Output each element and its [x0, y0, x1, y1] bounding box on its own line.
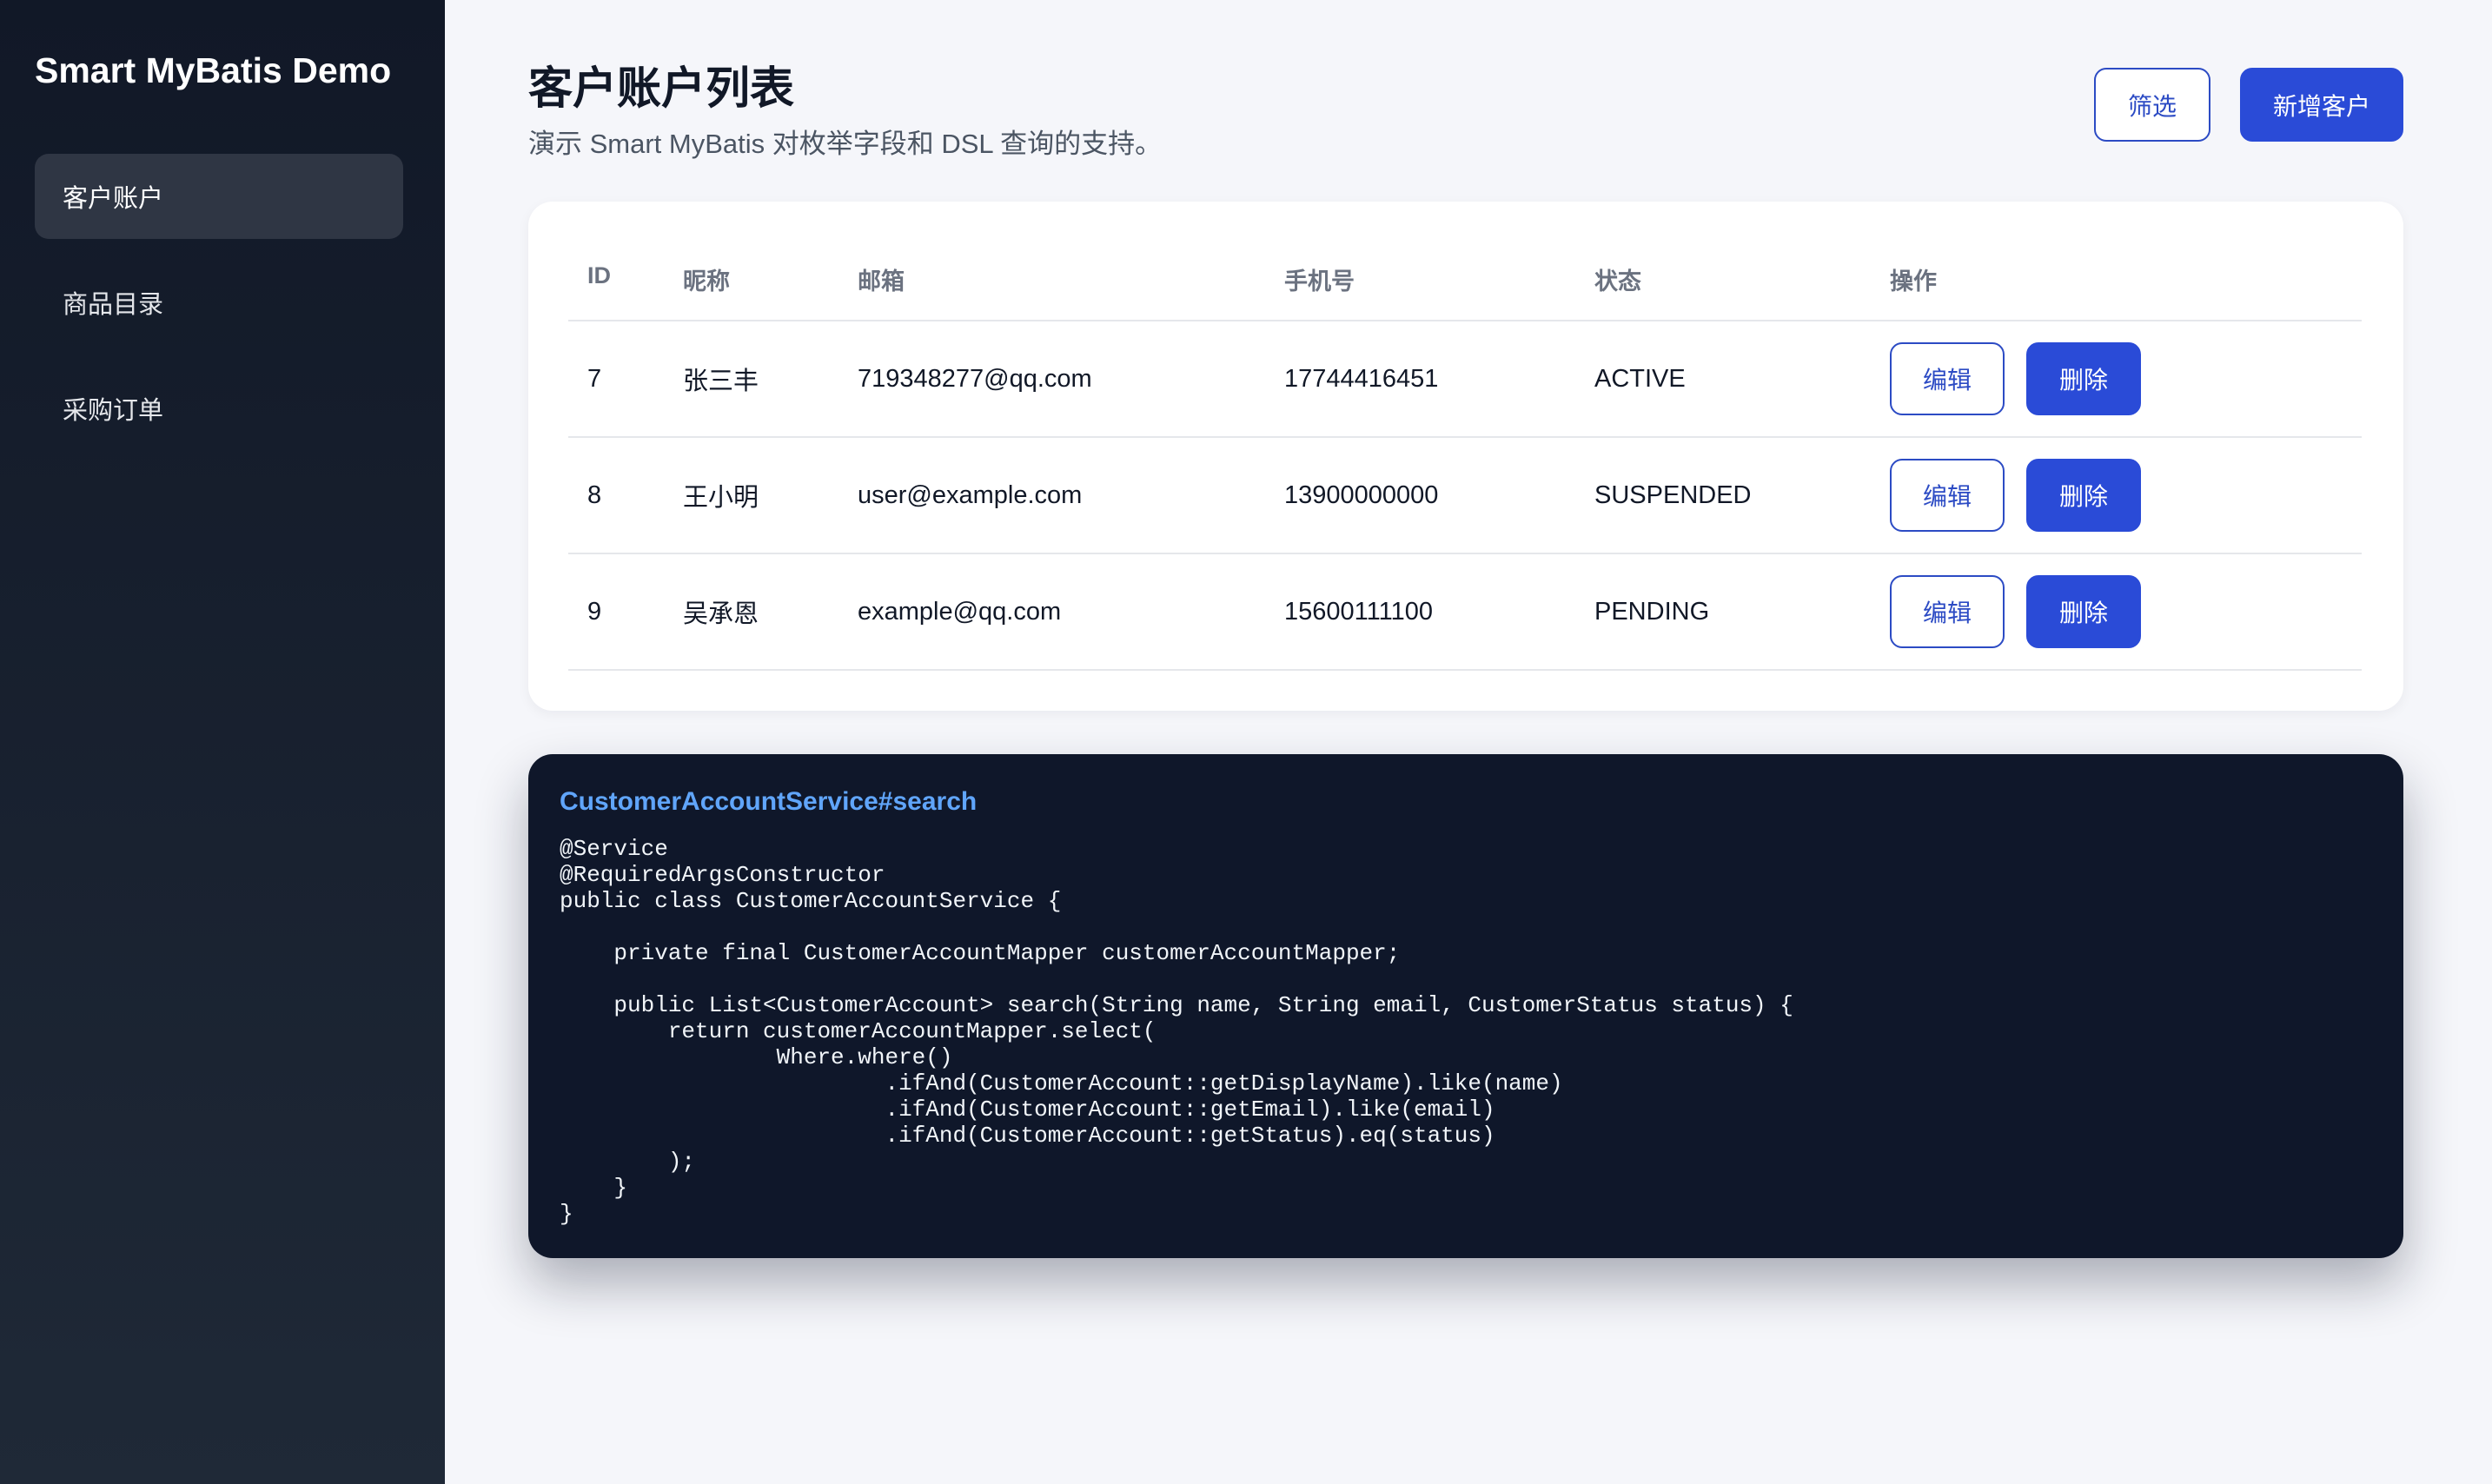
- edit-button[interactable]: 编辑: [1890, 459, 2005, 532]
- cell-status: PENDING: [1594, 597, 1710, 626]
- cell-phone: 17744416451: [1284, 364, 1439, 393]
- cell-nickname: 张三丰: [683, 368, 759, 395]
- cell-status: SUSPENDED: [1594, 480, 1752, 509]
- cell-email: 719348277@qq.com: [858, 364, 1092, 393]
- table-divider: [568, 669, 2362, 671]
- cell-phone: 15600111100: [1284, 597, 1433, 626]
- cell-nickname: 王小明: [683, 484, 759, 512]
- add-customer-button[interactable]: 新增客户: [2240, 68, 2403, 142]
- sidebar-item-label: 采购订单: [63, 397, 164, 425]
- cell-status: ACTIVE: [1594, 364, 1686, 393]
- delete-button[interactable]: 删除: [2026, 459, 2141, 532]
- sidebar-item-customer-accounts[interactable]: 客户账户: [35, 154, 403, 239]
- cell-id: 8: [587, 480, 602, 509]
- sidebar: Smart MyBatis Demo 客户账户 商品目录 采购订单: [0, 0, 445, 1484]
- edit-button[interactable]: 编辑: [1890, 342, 2005, 415]
- column-header-email: 邮箱: [858, 268, 905, 295]
- sidebar-item-product-catalog[interactable]: 商品目录: [35, 260, 403, 345]
- delete-button[interactable]: 删除: [2026, 575, 2141, 648]
- sidebar-item-purchase-orders[interactable]: 采购订单: [35, 366, 403, 451]
- cell-email: user@example.com: [858, 480, 1083, 509]
- code-snippet-title: CustomerAccountService#search: [560, 787, 978, 816]
- table-divider: [568, 436, 2362, 438]
- page-subtitle: 演示 Smart MyBatis 对枚举字段和 DSL 查询的支持。: [528, 129, 1163, 159]
- cell-phone: 13900000000: [1284, 480, 1439, 509]
- sidebar-nav: 客户账户 商品目录 采购订单: [35, 154, 403, 472]
- cell-nickname: 吴承恩: [683, 600, 759, 628]
- column-header-nickname: 昵称: [683, 268, 730, 295]
- sidebar-item-label: 商品目录: [63, 291, 164, 319]
- column-header-actions: 操作: [1890, 268, 1937, 295]
- filter-button[interactable]: 筛选: [2094, 68, 2210, 142]
- page-title: 客户账户列表: [528, 63, 795, 113]
- cell-id: 7: [587, 364, 602, 393]
- delete-button[interactable]: 删除: [2026, 342, 2141, 415]
- table-divider: [568, 320, 2362, 321]
- column-header-id: ID: [587, 262, 611, 288]
- app-brand: Smart MyBatis Demo: [35, 50, 392, 90]
- edit-button[interactable]: 编辑: [1890, 575, 2005, 648]
- column-header-phone: 手机号: [1284, 268, 1355, 295]
- table-divider: [568, 553, 2362, 554]
- column-header-status: 状态: [1594, 268, 1641, 295]
- cell-email: example@qq.com: [858, 597, 1062, 626]
- sidebar-item-label: 客户账户: [63, 185, 164, 213]
- cell-id: 9: [587, 597, 602, 626]
- code-snippet: @Service @RequiredArgsConstructor public…: [560, 836, 1793, 1227]
